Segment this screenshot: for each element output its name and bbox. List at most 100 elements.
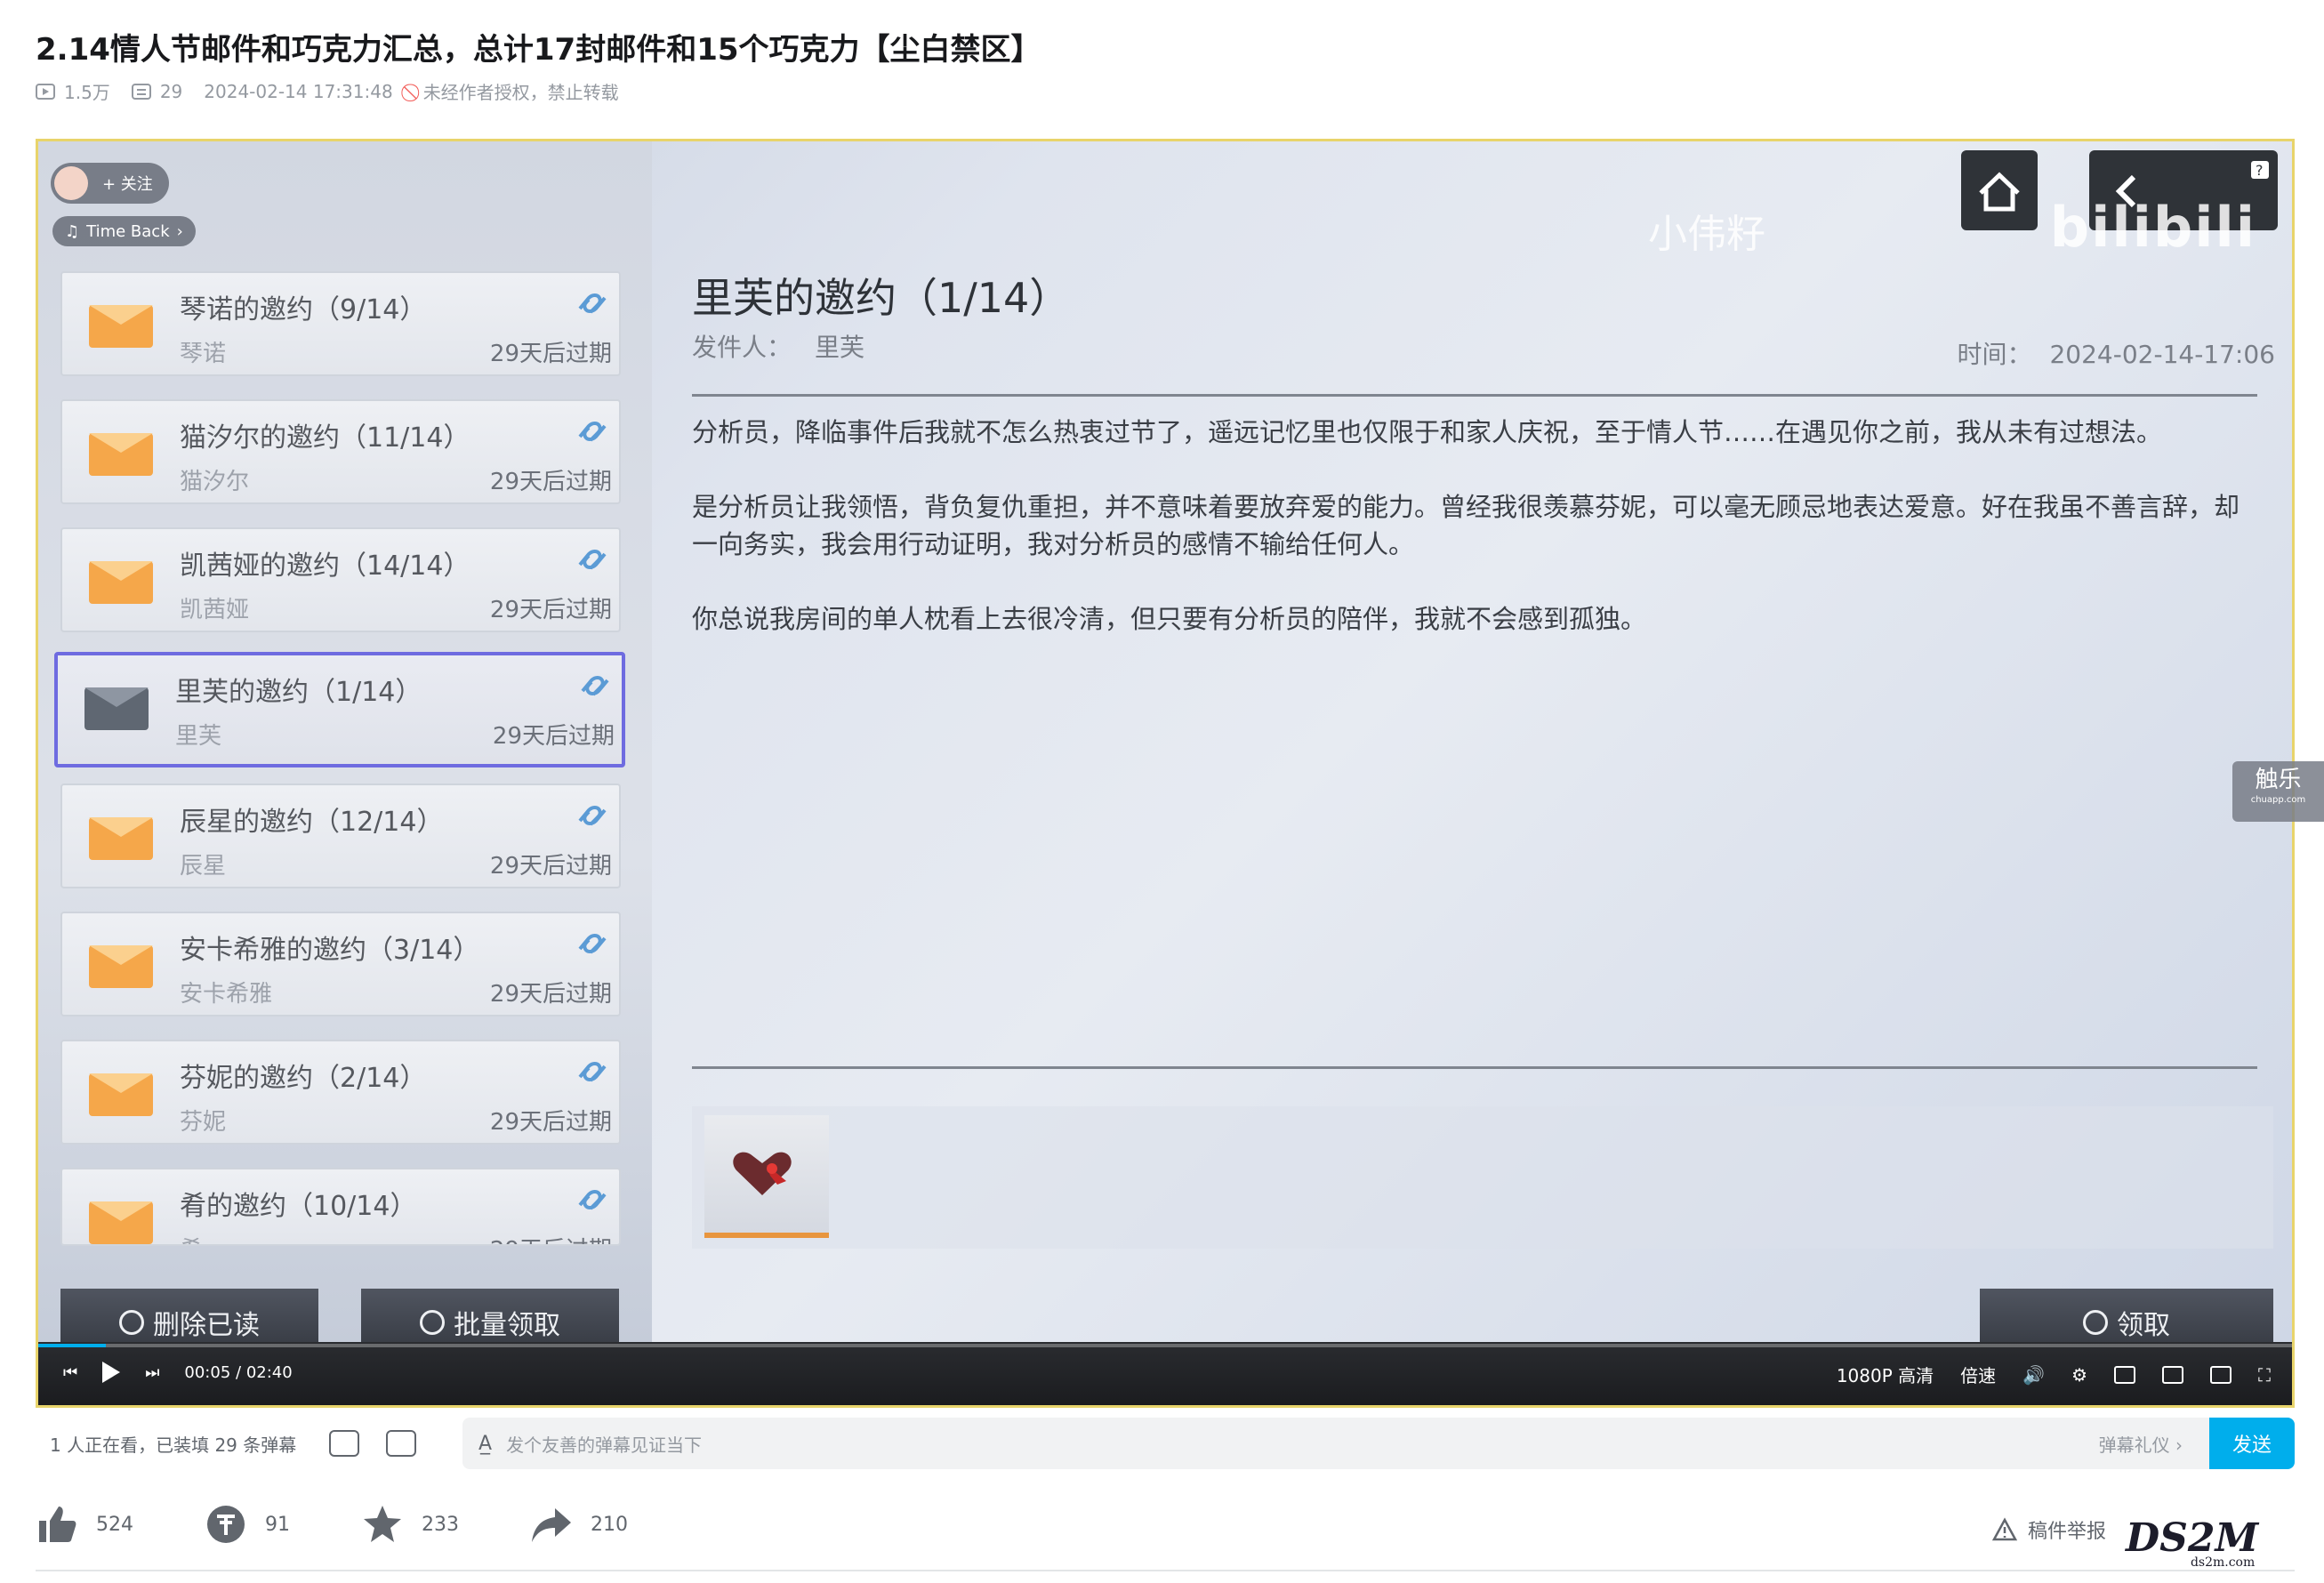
page: 2.14情人节邮件和巧克力汇总，总计17封邮件和15个巧克力【尘白禁区】 1.5… — [0, 0, 2324, 1583]
chevron-right-icon: › — [176, 221, 183, 241]
envelope-icon — [89, 561, 153, 604]
mail-item[interactable]: 安卡希雅的邀约（3/14） 安卡希雅 29天后过期 — [60, 912, 621, 1016]
next-icon[interactable]: ⏭ — [145, 1363, 159, 1382]
uploader-watermark: 小伟籽 — [1648, 212, 1765, 257]
play-icon[interactable] — [102, 1362, 121, 1383]
follow-button[interactable]: + 关注 — [51, 163, 169, 204]
progress-bar[interactable] — [38, 1344, 2292, 1347]
home-button[interactable] — [1961, 150, 2038, 230]
like-button[interactable]: 524 — [36, 1503, 133, 1546]
publish-date: 2024-02-14 17:31:48 — [204, 80, 393, 102]
share-button[interactable]: 210 — [530, 1503, 628, 1546]
attachment-link-icon — [578, 806, 607, 826]
mail-item-expiry: 29天后过期 — [489, 853, 612, 880]
favorite-button[interactable]: 233 — [361, 1503, 459, 1546]
mail-detail-title: 里芙的邀约（1/14） — [692, 274, 1071, 322]
mail-item[interactable]: 猫汐尔的邀约（11/14） 猫汐尔 29天后过期 — [60, 399, 621, 504]
mail-item-title: 芬妮的邀约（2/14） — [180, 1063, 427, 1094]
mail-item-sender: 琴诺 — [180, 341, 227, 367]
attachment-link-icon — [578, 1062, 607, 1082]
mail-item-title: 里芙的邀约（1/14） — [175, 677, 422, 708]
mail-item-sender: 凯茜娅 — [180, 597, 250, 623]
fullscreen-icon[interactable]: ⛶ — [2258, 1364, 2271, 1386]
svg-text:?: ? — [2256, 162, 2264, 179]
mail-item-title: 安卡希雅的邀约（3/14） — [180, 935, 480, 966]
star-icon — [364, 1506, 401, 1542]
download-circle-icon — [2083, 1310, 2108, 1335]
close-circle-icon — [119, 1310, 144, 1335]
mail-paragraph: 你总说我房间的单人枕看上去很冷清，但只要有分析员的陪伴，我就不会感到孤独。 — [692, 604, 1647, 634]
envelope-icon — [89, 1201, 153, 1244]
mail-item-sender: 芬妮 — [180, 1109, 227, 1136]
chocolate-gift-item[interactable] — [704, 1115, 829, 1238]
mail-item-sender: 猫汐尔 — [180, 469, 250, 495]
attachment-link-icon — [581, 676, 609, 696]
controls-left: ⏮ ⏭ 00:05 / 02:40 — [63, 1362, 293, 1383]
volume-icon[interactable]: 🔊 — [2022, 1364, 2045, 1386]
mail-item-expiry: 29天后过期 — [492, 723, 615, 750]
time-display: 00:05 / 02:40 — [184, 1362, 293, 1382]
views-stat: 1.5万 — [36, 78, 110, 104]
time-back-button[interactable]: ♫ Time Back › — [52, 216, 196, 246]
widescreen-icon[interactable] — [2162, 1365, 2183, 1384]
heart-chocolate-icon — [733, 1152, 792, 1195]
text-style-icon[interactable]: A̲ — [478, 1433, 492, 1455]
mail-item-expiry: 29天后过期 — [490, 1232, 612, 1244]
video-frame[interactable]: 琴诺的邀约（9/14） 琴诺 29天后过期 猫汐尔的邀约（11/14） 猫汐尔 29天后过… — [38, 141, 2292, 1405]
danmaku-toggle-icon[interactable] — [329, 1430, 359, 1457]
thumbs-up-icon — [39, 1507, 76, 1542]
music-note-icon: ♫ — [65, 221, 80, 241]
coin-button[interactable]: 91 — [205, 1503, 290, 1546]
previous-icon[interactable]: ⏮ — [63, 1363, 77, 1382]
attachment-area — [692, 1106, 2273, 1249]
mail-item-sender: 安卡希雅 — [180, 981, 273, 1008]
chuapp-badge: 触乐 chuapp.com — [2232, 761, 2324, 822]
mail-list-panel: 琴诺的邀约（9/14） 琴诺 29天后过期 猫汐尔的邀约（11/14） 猫汐尔 29天后过… — [38, 141, 652, 1356]
web-fullscreen-icon[interactable] — [2210, 1365, 2232, 1384]
mail-item-title: 辰星的邀约（12/14） — [180, 807, 444, 838]
envelope-icon — [84, 687, 149, 730]
mail-item[interactable]: 凯茜娅的邀约（14/14） 凯茜娅 29天后过期 — [60, 527, 621, 632]
envelope-icon — [89, 305, 153, 348]
share-arrow-icon — [532, 1508, 571, 1542]
mail-item[interactable]: 芬妮的邀约（2/14） 芬妮 29天后过期 — [60, 1040, 621, 1145]
mail-item-expiry: 29天后过期 — [489, 469, 612, 495]
pip-icon[interactable] — [2114, 1365, 2135, 1384]
attachment-link-icon — [578, 550, 607, 570]
danmaku-etiquette-link[interactable]: 弹幕礼仪 › — [2099, 1431, 2183, 1457]
attachment-link-icon — [578, 422, 607, 442]
mail-item[interactable]: 肴的邀约（10/14） 肴 29天后过期 — [60, 1168, 621, 1246]
viewer-status: 1 人正在看，已装填 29 条弹幕 — [50, 1434, 297, 1456]
danmaku-settings-icon[interactable] — [386, 1430, 416, 1457]
mail-item-sender: 肴 — [180, 1232, 203, 1244]
report-link[interactable]: 稿件举报 — [1992, 1515, 2106, 1544]
danmaku-placeholder: 发个友善的弹幕见证当下 — [506, 1434, 703, 1456]
mail-item-sender: 辰星 — [180, 853, 227, 880]
download-circle-icon — [420, 1310, 445, 1335]
attachment-link-icon — [578, 293, 607, 314]
mail-paragraph: 是分析员让我领悟，背负复仇重担，并不意味着要放弃爱的能力。曾经我很羡慕芬妮，可以… — [692, 492, 2240, 559]
mail-item-expiry: 29天后过期 — [489, 597, 612, 623]
danmaku-input[interactable]: A̲ 发个友善的弹幕见证当下 弹幕礼仪 › 发送 — [462, 1418, 2295, 1469]
speed-button[interactable]: 倍速 — [1960, 1362, 1996, 1387]
player-controls: ⏮ ⏭ 00:05 / 02:40 1080P 高清 倍速 🔊 ⚙ ⛶ — [38, 1342, 2292, 1405]
settings-gear-icon[interactable]: ⚙ — [2071, 1364, 2087, 1386]
mail-item[interactable]: 辰星的邀约（12/14） 辰星 29天后过期 — [60, 783, 621, 888]
mail-item[interactable]: 里芙的邀约（1/14） 里芙 29天后过期 — [54, 652, 625, 767]
video-title: 2.14情人节邮件和巧克力汇总，总计17封邮件和15个巧克力【尘白禁区】 — [36, 32, 1041, 68]
progress-fill — [38, 1344, 107, 1347]
video-player[interactable]: 琴诺的邀约（9/14） 琴诺 29天后过期 猫汐尔的邀约（11/14） 猫汐尔 29天后过… — [36, 139, 2295, 1408]
mail-item[interactable]: 琴诺的邀约（9/14） 琴诺 29天后过期 — [60, 271, 621, 376]
mail-sender: 发件人： 里芙 — [692, 333, 865, 362]
send-button[interactable]: 发送 — [2209, 1418, 2295, 1469]
quality-button[interactable]: 1080P 高清 — [1837, 1362, 1934, 1387]
mail-item-sender: 里芙 — [175, 723, 222, 750]
envelope-icon — [89, 433, 153, 476]
mail-item-title: 琴诺的邀约（9/14） — [180, 294, 427, 325]
mail-item-expiry: 29天后过期 — [489, 1109, 612, 1136]
home-icon — [1979, 172, 2020, 212]
mail-item-title: 肴的邀约（10/14） — [180, 1191, 417, 1222]
mail-item-title: 猫汐尔的邀约（11/14） — [180, 422, 470, 454]
mail-detail: 里芙的邀约（1/14） 发件人： 里芙 时间： 2024-02-14-17:06 分… — [692, 141, 2292, 1356]
envelope-icon — [89, 945, 153, 988]
